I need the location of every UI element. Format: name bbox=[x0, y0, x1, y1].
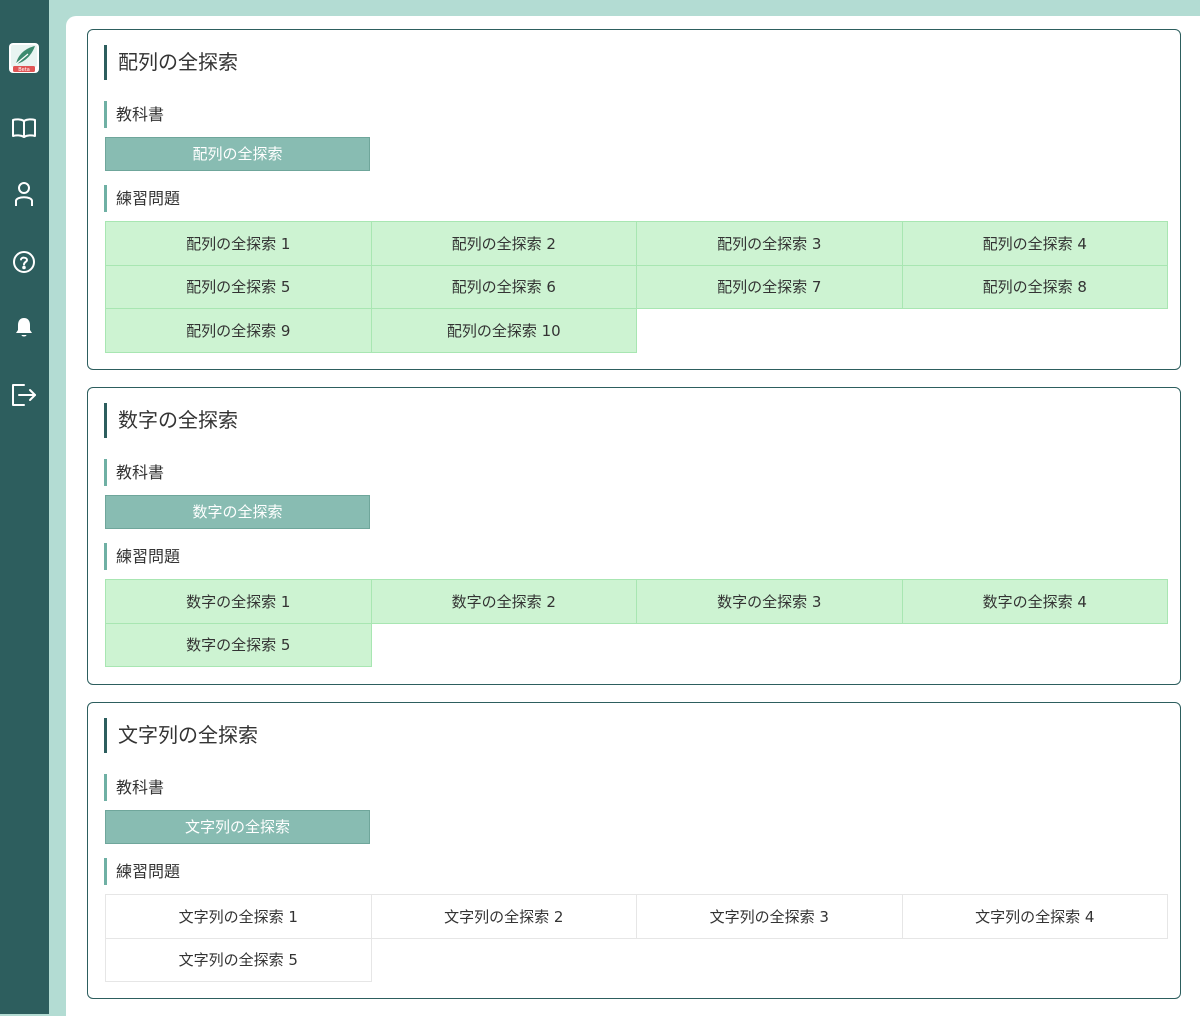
section-title: 文字列の全探索 bbox=[104, 718, 258, 753]
exercise-item[interactable]: 数字の全探索 4 bbox=[901, 579, 1168, 624]
section-number-search: 数字の全探索 教科書 数字の全探索 練習問題 数字の全探索 1 数字の全探索 2… bbox=[87, 387, 1181, 685]
section-string-search: 文字列の全探索 教科書 文字列の全探索 練習問題 文字列の全探索 1 文字列の全… bbox=[87, 702, 1181, 999]
user-icon[interactable] bbox=[10, 180, 38, 208]
textbook-button[interactable]: 配列の全探索 bbox=[105, 137, 370, 171]
exercise-item[interactable]: 配列の全探索 6 bbox=[370, 264, 637, 309]
exercise-item[interactable]: 文字列の全探索 4 bbox=[901, 894, 1168, 939]
exercise-item[interactable]: 数字の全探索 1 bbox=[105, 579, 372, 624]
textbook-button[interactable]: 文字列の全探索 bbox=[105, 810, 370, 844]
exercise-item[interactable]: 配列の全探索 7 bbox=[636, 264, 903, 309]
logout-icon[interactable] bbox=[10, 381, 38, 409]
textbook-heading: 教科書 bbox=[104, 774, 164, 801]
exercise-item[interactable]: 配列の全探索 2 bbox=[370, 221, 637, 266]
exercise-item[interactable]: 文字列の全探索 3 bbox=[636, 894, 903, 939]
bell-icon[interactable] bbox=[10, 314, 38, 342]
section-title: 配列の全探索 bbox=[104, 45, 238, 80]
exercises-heading: 練習問題 bbox=[104, 185, 180, 212]
exercise-item[interactable]: 配列の全探索 8 bbox=[901, 264, 1168, 309]
section-array-search: 配列の全探索 教科書 配列の全探索 練習問題 配列の全探索 1 配列の全探索 2… bbox=[87, 29, 1181, 370]
beta-badge: Beta bbox=[18, 67, 30, 73]
exercise-item[interactable]: 配列の全探索 5 bbox=[105, 264, 372, 309]
exercise-grid: 配列の全探索 1 配列の全探索 2 配列の全探索 3 配列の全探索 4 配列の全… bbox=[105, 221, 1168, 353]
exercise-item[interactable]: 配列の全探索 9 bbox=[105, 308, 372, 353]
exercises-heading: 練習問題 bbox=[104, 543, 180, 570]
exercise-item[interactable]: 数字の全探索 3 bbox=[636, 579, 903, 624]
exercise-grid: 文字列の全探索 1 文字列の全探索 2 文字列の全探索 3 文字列の全探索 4 … bbox=[105, 894, 1168, 982]
book-icon[interactable] bbox=[10, 114, 38, 142]
exercises-heading: 練習問題 bbox=[104, 858, 180, 885]
exercise-item[interactable]: 配列の全探索 1 bbox=[105, 221, 372, 266]
exercise-item[interactable]: 文字列の全探索 1 bbox=[105, 894, 372, 939]
app-logo[interactable]: Beta bbox=[8, 42, 40, 74]
exercise-item[interactable]: 配列の全探索 3 bbox=[636, 221, 903, 266]
help-icon[interactable] bbox=[10, 248, 38, 276]
exercise-item[interactable]: 数字の全探索 5 bbox=[105, 622, 372, 667]
exercise-item[interactable]: 文字列の全探索 5 bbox=[105, 937, 372, 982]
exercise-item[interactable]: 配列の全探索 4 bbox=[901, 221, 1168, 266]
textbook-heading: 教科書 bbox=[104, 459, 164, 486]
exercise-grid: 数字の全探索 1 数字の全探索 2 数字の全探索 3 数字の全探索 4 数字の全… bbox=[105, 579, 1168, 667]
main-content: 配列の全探索 教科書 配列の全探索 練習問題 配列の全探索 1 配列の全探索 2… bbox=[66, 16, 1200, 1016]
exercise-item[interactable]: 文字列の全探索 2 bbox=[370, 894, 637, 939]
textbook-button[interactable]: 数字の全探索 bbox=[105, 495, 370, 529]
exercise-item[interactable]: 数字の全探索 2 bbox=[370, 579, 637, 624]
exercise-item[interactable]: 配列の全探索 10 bbox=[370, 308, 637, 353]
section-title: 数字の全探索 bbox=[104, 403, 238, 438]
sidebar: Beta bbox=[0, 0, 49, 1014]
textbook-heading: 教科書 bbox=[104, 101, 164, 128]
